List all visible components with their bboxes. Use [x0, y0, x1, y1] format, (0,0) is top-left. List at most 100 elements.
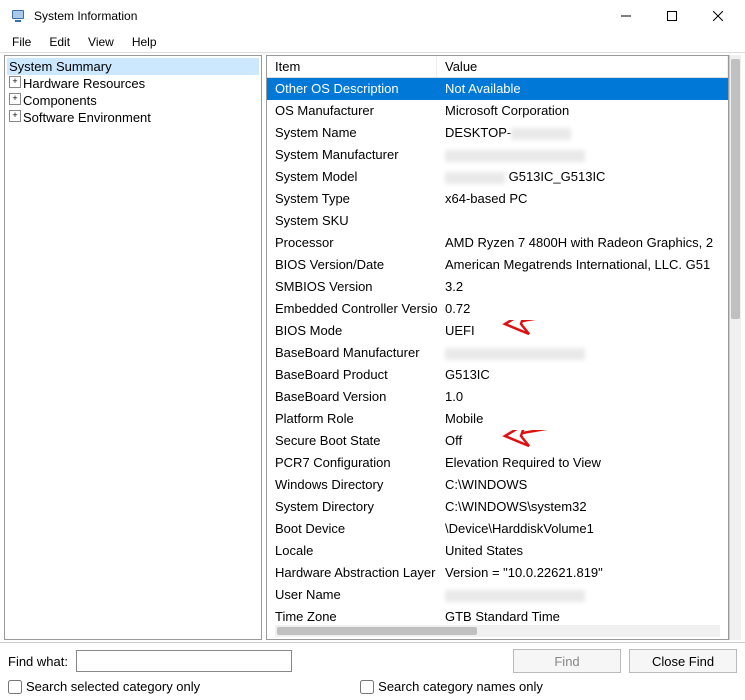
table-row[interactable]: Windows DirectoryC:\WINDOWS: [267, 474, 728, 496]
table-row[interactable]: LocaleUnited States: [267, 540, 728, 562]
table-row[interactable]: Platform RoleMobile: [267, 408, 728, 430]
cell-value: Off: [437, 430, 728, 452]
cell-item: System Directory: [267, 496, 437, 518]
table-row[interactable]: User Name: [267, 584, 728, 606]
cell-value: 3.2: [437, 276, 728, 298]
list-body[interactable]: Other OS DescriptionNot AvailableOS Manu…: [267, 78, 728, 625]
menubar: File Edit View Help: [0, 32, 745, 52]
table-row[interactable]: BIOS Version/DateAmerican Megatrends Int…: [267, 254, 728, 276]
table-row[interactable]: Secure Boot StateOff: [267, 430, 728, 452]
menu-file[interactable]: File: [4, 33, 39, 51]
cell-item: User Name: [267, 584, 437, 606]
find-input[interactable]: [76, 650, 292, 672]
menu-view[interactable]: View: [80, 33, 122, 51]
cell-value: \Device\HarddiskVolume1: [437, 518, 728, 540]
cell-value: Mobile: [437, 408, 728, 430]
horizontal-scrollbar[interactable]: [275, 625, 720, 637]
window-controls: [603, 1, 741, 31]
vscroll-thumb[interactable]: [731, 59, 740, 319]
cell-value: x64-based PC: [437, 188, 728, 210]
cell-value: Not Available: [437, 78, 728, 100]
cell-item: System Name: [267, 122, 437, 144]
column-header-value[interactable]: Value: [437, 56, 728, 77]
checkbox-names-only[interactable]: [360, 680, 374, 694]
table-row[interactable]: BaseBoard Manufacturer: [267, 342, 728, 364]
table-row[interactable]: Hardware Abstraction LayerVersion = "10.…: [267, 562, 728, 584]
close-button[interactable]: [695, 1, 741, 31]
annotation-arrow-icon: [497, 430, 607, 452]
cell-item: System Manufacturer: [267, 144, 437, 166]
close-find-button[interactable]: Close Find: [629, 649, 737, 673]
table-row[interactable]: BIOS ModeUEFI: [267, 320, 728, 342]
menu-help[interactable]: Help: [124, 33, 165, 51]
table-row[interactable]: PCR7 ConfigurationElevation Required to …: [267, 452, 728, 474]
content-area: System Summary Hardware ResourcesCompone…: [0, 52, 745, 642]
tree-item[interactable]: Software Environment: [7, 109, 259, 126]
hscroll-thumb[interactable]: [277, 627, 477, 635]
cell-value: [437, 584, 728, 606]
check-names-only[interactable]: Search category names only: [360, 679, 543, 694]
minimize-button[interactable]: [603, 1, 649, 31]
table-row[interactable]: OS ManufacturerMicrosoft Corporation: [267, 100, 728, 122]
table-row[interactable]: Other OS DescriptionNot Available: [267, 78, 728, 100]
cell-value: 1.0: [437, 386, 728, 408]
titlebar: System Information: [0, 0, 745, 32]
table-row[interactable]: System DirectoryC:\WINDOWS\system32: [267, 496, 728, 518]
cell-value: 0.72: [437, 298, 728, 320]
table-row[interactable]: ProcessorAMD Ryzen 7 4800H with Radeon G…: [267, 232, 728, 254]
table-row[interactable]: System NameDESKTOP-: [267, 122, 728, 144]
cell-value: [437, 342, 728, 364]
label-selected-category: Search selected category only: [26, 679, 200, 694]
cell-value: GTB Standard Time: [437, 606, 728, 625]
cell-item: OS Manufacturer: [267, 100, 437, 122]
cell-item: PCR7 Configuration: [267, 452, 437, 474]
table-row[interactable]: System Typex64-based PC: [267, 188, 728, 210]
find-button[interactable]: Find: [513, 649, 621, 673]
cell-item: Embedded Controller Version: [267, 298, 437, 320]
table-row[interactable]: System SKU: [267, 210, 728, 232]
cell-value: C:\WINDOWS: [437, 474, 728, 496]
check-selected-category[interactable]: Search selected category only: [8, 679, 200, 694]
tree-root-system-summary[interactable]: System Summary: [7, 58, 259, 75]
cell-item: BaseBoard Manufacturer: [267, 342, 437, 364]
table-row[interactable]: SMBIOS Version3.2: [267, 276, 728, 298]
cell-item: System Model: [267, 166, 437, 188]
cell-value: Microsoft Corporation: [437, 100, 728, 122]
cell-value: AMD Ryzen 7 4800H with Radeon Graphics, …: [437, 232, 728, 254]
table-row[interactable]: Time ZoneGTB Standard Time: [267, 606, 728, 625]
details-list: Item Value Other OS DescriptionNot Avail…: [266, 55, 729, 640]
checkbox-selected-category[interactable]: [8, 680, 22, 694]
cell-item: BIOS Version/Date: [267, 254, 437, 276]
maximize-button[interactable]: [649, 1, 695, 31]
tree-item[interactable]: Components: [7, 92, 259, 109]
table-row[interactable]: Embedded Controller Version0.72: [267, 298, 728, 320]
cell-item: BaseBoard Product: [267, 364, 437, 386]
table-row[interactable]: System Model G513IC_G513IC: [267, 166, 728, 188]
vertical-scrollbar[interactable]: [729, 55, 741, 640]
menu-edit[interactable]: Edit: [41, 33, 78, 51]
label-names-only: Search category names only: [378, 679, 543, 694]
column-header-item[interactable]: Item: [267, 56, 437, 77]
cell-item: Platform Role: [267, 408, 437, 430]
find-label: Find what:: [8, 654, 68, 669]
table-row[interactable]: BaseBoard ProductG513IC: [267, 364, 728, 386]
table-row[interactable]: BaseBoard Version1.0: [267, 386, 728, 408]
details-panel: Item Value Other OS DescriptionNot Avail…: [266, 55, 741, 640]
table-row[interactable]: Boot Device\Device\HarddiskVolume1: [267, 518, 728, 540]
cell-item: Boot Device: [267, 518, 437, 540]
cell-value: C:\WINDOWS\system32: [437, 496, 728, 518]
table-row[interactable]: System Manufacturer: [267, 144, 728, 166]
category-tree[interactable]: System Summary Hardware ResourcesCompone…: [4, 55, 262, 640]
tree-item[interactable]: Hardware Resources: [7, 75, 259, 92]
cell-value: G513IC: [437, 364, 728, 386]
cell-value: UEFI: [437, 320, 728, 342]
cell-value: [437, 144, 728, 166]
cell-item: Secure Boot State: [267, 430, 437, 452]
annotation-arrow-icon: [497, 320, 607, 342]
app-icon: [10, 7, 28, 25]
cell-item: System Type: [267, 188, 437, 210]
cell-value: [437, 210, 728, 232]
cell-value: Elevation Required to View: [437, 452, 728, 474]
list-header: Item Value: [267, 56, 728, 78]
cell-item: Windows Directory: [267, 474, 437, 496]
